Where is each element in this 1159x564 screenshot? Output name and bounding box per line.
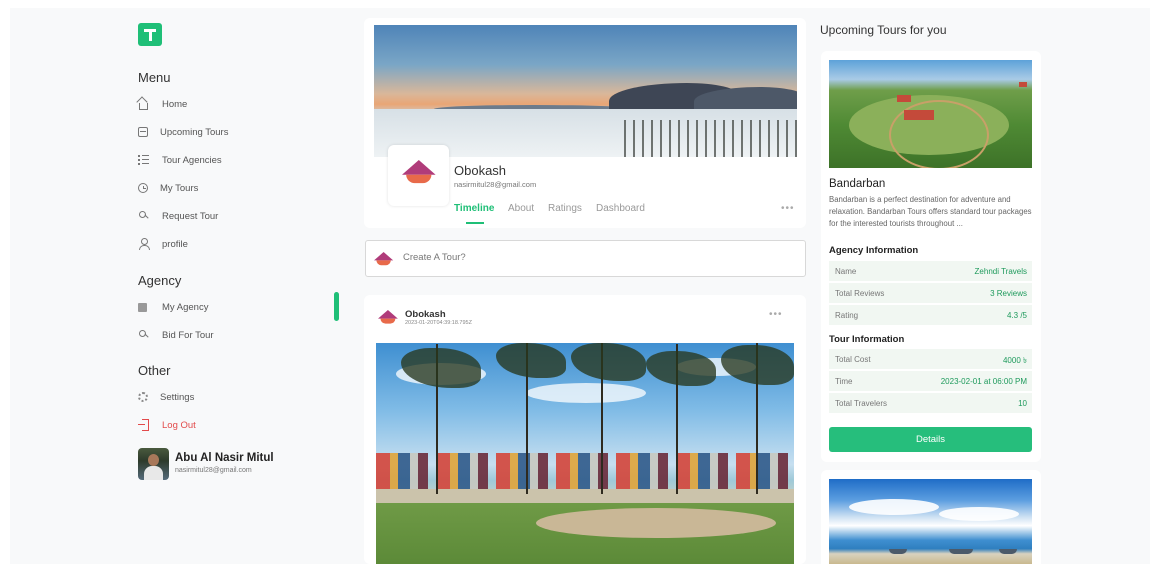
home-icon	[139, 102, 148, 110]
sidebar-item-label: Settings	[160, 391, 195, 403]
profile-name: Obokash	[454, 163, 507, 178]
agency-info-heading: Agency Information	[829, 245, 919, 256]
user-email: nasirmitul28@gmail.com	[175, 467, 252, 474]
sidebar-item-home[interactable]: Home	[138, 96, 187, 112]
sidebar-item-label: My Agency	[162, 301, 209, 313]
sidebar-item-label: Home	[162, 98, 188, 110]
user-icon	[138, 238, 150, 250]
sidebar-item-label: Log Out	[162, 419, 196, 431]
sidebar-item-label: profile	[162, 238, 188, 250]
calendar-icon	[138, 127, 148, 137]
post-more-button[interactable]: •••	[769, 309, 783, 320]
info-row-name: Name Zehndi Travels	[829, 261, 1032, 281]
clock-icon	[138, 183, 148, 193]
info-row-total-travelers: Total Travelers 10	[829, 393, 1032, 413]
tab-about[interactable]: About	[508, 203, 534, 214]
info-row-rating: Rating 4.3 /5	[829, 305, 1032, 325]
post-author[interactable]: Obokash	[405, 309, 446, 320]
sidebar-item-label: Tour Agencies	[162, 154, 222, 166]
sidebar-item-bid-for-tour[interactable]: Bid For Tour	[138, 327, 214, 343]
sidebar-item-settings[interactable]: Settings	[138, 389, 194, 405]
agency-logo[interactable]	[388, 145, 449, 206]
sidebar-item-profile[interactable]: profile	[138, 236, 188, 252]
tour-name: Bandarban	[829, 178, 886, 190]
sidebar-item-label: Bid For Tour	[162, 329, 214, 341]
agency-section-title: Agency	[138, 273, 182, 288]
menu-section-title: Menu	[138, 70, 171, 85]
user-name: Abu Al Nasir Mitul	[175, 452, 274, 464]
list-icon	[138, 154, 150, 166]
avatar[interactable]	[138, 448, 169, 480]
sidebar-item-my-agency[interactable]: My Agency	[138, 299, 208, 315]
bid-icon	[138, 329, 150, 341]
tab-dashboard[interactable]: Dashboard	[596, 203, 645, 214]
tour-image[interactable]	[829, 60, 1032, 168]
sidebar-item-logout[interactable]: Log Out	[138, 417, 196, 433]
sidebar-item-label: My Tours	[160, 182, 199, 194]
active-indicator	[334, 292, 339, 321]
app-logo[interactable]	[138, 23, 162, 46]
gear-icon	[138, 392, 148, 402]
info-row-total-reviews: Total Reviews 3 Reviews	[829, 283, 1032, 303]
agency-icon	[138, 302, 147, 312]
tour-info-heading: Tour Information	[829, 334, 905, 345]
profile-more-button[interactable]: •••	[781, 203, 795, 214]
other-section-title: Other	[138, 363, 171, 378]
cover-image	[374, 25, 797, 157]
tour-image[interactable]	[829, 479, 1032, 564]
details-button[interactable]: Details	[829, 427, 1032, 452]
sidebar-item-upcoming-tours[interactable]: Upcoming Tours	[138, 124, 228, 140]
request-icon	[138, 210, 150, 222]
tour-description: Bandarban is a perfect destination for a…	[829, 195, 1032, 228]
info-row-time: Time 2023-02-01 at 06:00 PM	[829, 371, 1032, 391]
upcoming-tours-title: Upcoming Tours for you	[820, 23, 947, 37]
create-tour-placeholder: Create A Tour?	[403, 252, 466, 263]
sidebar-item-my-tours[interactable]: My Tours	[138, 180, 198, 196]
profile-email: nasirmitul28@gmail.com	[454, 180, 537, 189]
post-image	[376, 343, 794, 564]
active-tab-underline	[466, 222, 484, 224]
post-timestamp: 2023-01-20T04:39:18.795Z	[405, 320, 472, 326]
info-row-total-cost: Total Cost 4000 ৳	[829, 349, 1032, 369]
tab-ratings[interactable]: Ratings	[548, 203, 582, 214]
tab-timeline[interactable]: Timeline	[454, 203, 494, 214]
sidebar-item-request-tour[interactable]: Request Tour	[138, 208, 218, 224]
sidebar-item-label: Request Tour	[162, 210, 219, 222]
sidebar-item-tour-agencies[interactable]: Tour Agencies	[138, 152, 222, 168]
sidebar-item-label: Upcoming Tours	[160, 126, 229, 138]
logout-icon	[138, 419, 150, 431]
